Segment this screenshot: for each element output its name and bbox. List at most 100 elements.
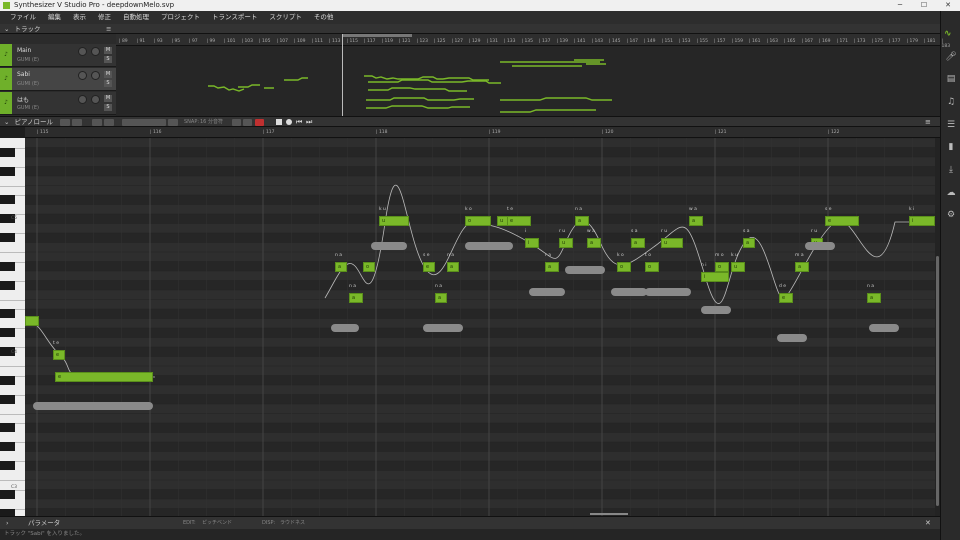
note[interactable]: a — [545, 262, 559, 272]
arrangement-view[interactable]: | 89 | 91 | 93 | 95 | 97 | 99 | 101 | 103 | 105 |… — [116, 34, 950, 116]
grid-toggle-button[interactable] — [168, 119, 178, 126]
piano-black-key[interactable] — [0, 261, 15, 271]
arrangement-scroll-thumb[interactable] — [342, 34, 412, 37]
solo-button[interactable]: S — [104, 104, 112, 111]
follow-button[interactable] — [243, 119, 252, 126]
note[interactable]: u — [661, 238, 683, 248]
piano-black-key[interactable] — [0, 461, 15, 470]
pan-knob[interactable] — [91, 47, 100, 56]
piano-black-key[interactable] — [0, 280, 15, 290]
menu-transport[interactable]: トランスポート — [206, 11, 263, 24]
note[interactable]: i — [525, 238, 539, 248]
menu-project[interactable]: プロジェクト — [155, 11, 206, 24]
mute-button[interactable]: M — [104, 47, 112, 54]
note[interactable]: i — [701, 272, 729, 282]
note[interactable]: a — [435, 293, 447, 303]
note[interactable]: a — [689, 216, 703, 226]
note[interactable]: a — [743, 238, 755, 248]
note[interactable]: a — [335, 262, 347, 272]
menu-icon[interactable]: ≡ — [106, 24, 111, 34]
menu-other[interactable]: その他 — [308, 11, 340, 24]
play-icon[interactable] — [286, 119, 292, 125]
note[interactable]: o — [465, 216, 491, 226]
piano-black-key[interactable] — [0, 233, 15, 242]
note[interactable]: a — [575, 216, 589, 226]
snap-value[interactable]: 16 分音符 — [200, 117, 223, 127]
gear-icon[interactable]: ⚙ — [945, 209, 957, 221]
note[interactable]: o — [617, 262, 631, 272]
note[interactable]: e — [779, 293, 793, 303]
track-color-swatch[interactable]: ♪ — [0, 68, 12, 90]
mute-button[interactable]: M — [104, 95, 112, 102]
pan-knob[interactable] — [91, 71, 100, 80]
note[interactable]: e — [55, 372, 153, 382]
piano-black-key[interactable] — [0, 442, 15, 451]
menu-automation[interactable]: 自動処理 — [117, 11, 155, 24]
note[interactable]: e — [423, 262, 435, 272]
track-sabi[interactable]: ♪ Sabi GUMI (E) M S — [0, 68, 116, 91]
piano-black-key[interactable] — [0, 328, 15, 337]
playhead[interactable] — [342, 34, 343, 116]
film-icon[interactable]: ▤ — [945, 73, 957, 85]
piano-black-key[interactable] — [0, 394, 15, 404]
volume-knob[interactable] — [78, 95, 87, 104]
piano-black-key[interactable] — [0, 147, 15, 157]
pan-knob[interactable] — [91, 95, 100, 104]
mute-button[interactable]: M — [104, 71, 112, 78]
note[interactable]: e — [507, 216, 531, 226]
note[interactable]: a — [587, 238, 601, 248]
track-color-swatch[interactable]: ♪ — [0, 92, 12, 114]
solo-button[interactable]: S — [104, 80, 112, 87]
scroll-thumb[interactable] — [936, 256, 939, 506]
note[interactable]: o — [715, 262, 729, 272]
track-color-swatch[interactable]: ♪ — [0, 44, 12, 66]
minimize-button[interactable]: ─ — [888, 0, 912, 11]
maximize-button[interactable]: ☐ — [912, 0, 936, 11]
arrangement-clips[interactable] — [116, 46, 940, 116]
stop-icon[interactable] — [276, 119, 282, 125]
note[interactable] — [25, 316, 39, 326]
piano-black-key[interactable] — [0, 489, 15, 499]
line-tool-button[interactable] — [92, 119, 102, 126]
record-button[interactable] — [255, 119, 264, 126]
piano-roll-grid[interactable]: et eean aan aouk ues ean aan aok ouet ei… — [25, 138, 935, 516]
note[interactable]: u — [731, 262, 745, 272]
menu-view[interactable]: 表示 — [67, 11, 92, 24]
chevron-down-icon[interactable]: ⌄ — [4, 118, 9, 126]
piano-roll-ruler[interactable]: | 115 | 116 | 117 | 118 | 119 | 120 | 121 | 122 — [25, 127, 940, 138]
vertical-scrollbar[interactable] — [935, 138, 940, 516]
note[interactable]: u — [379, 216, 409, 226]
note[interactable]: a — [447, 262, 459, 272]
menu-modify[interactable]: 修正 — [92, 11, 117, 24]
menu-edit[interactable]: 編集 — [42, 11, 67, 24]
piano-black-key[interactable] — [0, 423, 15, 432]
piano-black-key[interactable] — [0, 195, 15, 204]
music-note-icon[interactable]: ♫ — [945, 96, 957, 108]
arrangement-ruler[interactable]: | 89 | 91 | 93 | 95 | 97 | 99 | 101 | 103 | 105 |… — [116, 34, 950, 49]
track-hamo[interactable]: ♪ はも GUMI (E) M S — [0, 92, 116, 115]
loop-button[interactable] — [232, 119, 241, 126]
solo-button[interactable]: S — [104, 56, 112, 63]
note[interactable]: o — [645, 262, 659, 272]
list-icon[interactable]: ☰ — [945, 119, 957, 131]
menu-script[interactable]: スクリプト — [263, 11, 308, 24]
menu-file[interactable]: ファイル — [4, 11, 42, 24]
edit-mode-buttons[interactable] — [122, 119, 166, 126]
pointer-tool-button[interactable] — [60, 119, 70, 126]
forward-icon[interactable]: ⏭ — [306, 117, 312, 127]
note[interactable]: e — [53, 350, 65, 360]
track-main[interactable]: ♪ Main GUMI (E) M S — [0, 44, 116, 67]
note[interactable]: o — [363, 262, 375, 272]
book-icon[interactable]: ▮ — [945, 141, 957, 153]
volume-knob[interactable] — [78, 71, 87, 80]
note[interactable]: u — [559, 238, 573, 248]
curve-tool-button[interactable] — [104, 119, 114, 126]
microphone-icon[interactable]: 🎤︎ — [945, 51, 957, 63]
note[interactable]: a — [795, 262, 809, 272]
pen-tool-button[interactable] — [72, 119, 82, 126]
rewind-icon[interactable]: ⏮ — [296, 117, 302, 127]
piano-black-key[interactable] — [0, 375, 15, 385]
piano-keyboard[interactable]: C5 C4 C3 — [0, 138, 25, 516]
piano-black-key[interactable] — [0, 508, 15, 516]
note[interactable]: a — [349, 293, 363, 303]
